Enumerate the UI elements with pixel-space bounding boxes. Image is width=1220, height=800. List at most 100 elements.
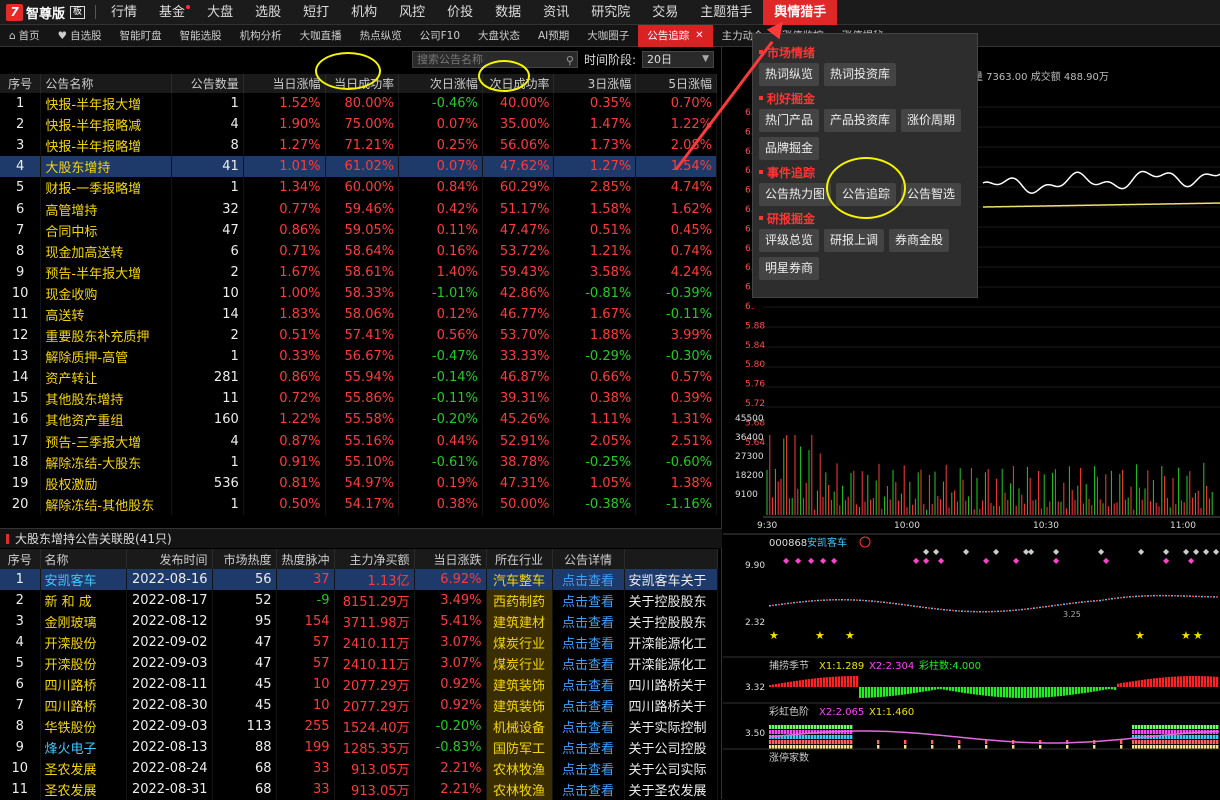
table-row[interactable]: 7 四川路桥 2022-08-30 45 10 2077.29万 0.92% 建筑装饰 点击查看…: [0, 695, 718, 716]
column-header[interactable]: 5日涨幅: [635, 74, 717, 93]
subnav-item-1[interactable]: ♥ 自选股: [49, 25, 111, 47]
subnav-item-0[interactable]: ⌂ 首页: [0, 25, 49, 47]
nav-tab-5[interactable]: 机构: [340, 0, 388, 25]
table-row[interactable]: 11 圣农发展 2022-08-31 68 33 913.05万 2.21% 农林牧渔 点击查看…: [0, 779, 718, 800]
column-header[interactable]: 市场热度: [212, 549, 277, 569]
column-header[interactable]: 当日涨幅: [243, 74, 326, 93]
nav-tab-9[interactable]: 资讯: [532, 0, 580, 25]
nav-tab-11[interactable]: 交易: [641, 0, 689, 25]
view-detail-link[interactable]: 点击查看: [552, 569, 625, 590]
nav-tab-10[interactable]: 研究院: [580, 0, 641, 25]
menu-button[interactable]: 热词投资库: [824, 63, 897, 86]
subnav-item-10[interactable]: 大咖圈子: [578, 25, 638, 47]
menu-button[interactable]: 明星券商: [759, 257, 820, 280]
subnav-item-8[interactable]: 大盘状态: [469, 25, 529, 47]
search-input[interactable]: 搜索公告名称 ⚲: [411, 51, 578, 68]
table-row[interactable]: 18 解除冻结-大股东 1 0.91% 55.10% -0.61% 38.78% -0.25%…: [0, 451, 717, 473]
table-row[interactable]: 6 高管增持 32 0.77% 59.46% 0.42% 51.17% 1.58% 1.62%: [0, 198, 717, 220]
table-row[interactable]: 13 解除质押-高管 1 0.33% 56.67% -0.47% 33.33% -0.29% -…: [0, 346, 717, 368]
table-row[interactable]: 10 圣农发展 2022-08-24 68 33 913.05万 2.21% 农林牧渔 点击查看…: [0, 758, 718, 779]
table-row[interactable]: 5 财报-一季报略增 1 1.34% 60.00% 0.84% 60.29% 2.85% 4.7…: [0, 177, 717, 199]
column-header[interactable]: 名称: [40, 549, 127, 569]
table-row[interactable]: 8 现金加高送转 6 0.71% 58.64% 0.16% 53.72% 1.21% 0.74%: [0, 240, 717, 262]
nav-tab-0[interactable]: 行情: [100, 0, 148, 25]
menu-button[interactable]: 热词纵览: [759, 63, 820, 86]
table-row[interactable]: 20 解除冻结-其他股东 1 0.50% 54.17% 0.38% 50.00% -0.38%…: [0, 493, 717, 515]
table-row[interactable]: 12 重要股东补充质押 2 0.51% 57.41% 0.56% 53.70% 1.88% 3.…: [0, 325, 717, 347]
menu-button[interactable]: 涨价周期: [901, 109, 962, 132]
column-header[interactable]: 3日涨幅: [553, 74, 637, 93]
table-row[interactable]: 5 开滦股份 2022-09-03 47 57 2410.11万 3.07% 煤炭行业 点击查看…: [0, 653, 718, 674]
view-detail-link[interactable]: 点击查看: [552, 590, 625, 611]
column-header[interactable]: 次日成功率: [482, 74, 555, 93]
nav-tab-4[interactable]: 短打: [292, 0, 340, 25]
column-header[interactable]: 公告名称: [40, 74, 173, 93]
table-row[interactable]: 3快报-半年报略增81.27%71.21%0.25%56.06%1.73%2.0…: [0, 135, 717, 157]
search-icon[interactable]: ⚲: [566, 53, 574, 68]
nav-tab-1[interactable]: 基金: [148, 0, 196, 25]
close-icon[interactable]: ✕: [695, 25, 703, 47]
nav-tab-6[interactable]: 风控: [388, 0, 436, 25]
column-header[interactable]: 当日涨跌: [414, 549, 487, 569]
menu-button[interactable]: 公告智选: [901, 183, 962, 206]
menu-button[interactable]: 热门产品: [759, 109, 820, 132]
app-logo[interactable]: 7 智尊版 板: [0, 0, 91, 25]
subnav-item-9[interactable]: AI预期: [529, 25, 578, 47]
subnav-item-5[interactable]: 大咖直播: [291, 25, 351, 47]
view-detail-link[interactable]: 点击查看: [552, 653, 625, 674]
column-header[interactable]: 次日涨幅: [398, 74, 483, 93]
table-row[interactable]: 2新 和 成 2022-08-17 52 -9 8151.29万 3.49% 西药制药 点击查…: [0, 590, 718, 611]
view-detail-link[interactable]: 点击查看: [552, 737, 625, 758]
table-row[interactable]: 1 安凯客车 2022-08-16 56 37 1.13亿 6.92% 汽车整车 点击查看 安凯客…: [0, 569, 718, 590]
table-row[interactable]: 6 四川路桥 2022-08-11 45 10 2077.29万 0.92% 建筑装饰 点击查看…: [0, 674, 718, 695]
menu-button[interactable]: 公告热力图: [759, 183, 832, 206]
subnav-item-6[interactable]: 热点纵览: [351, 25, 411, 47]
column-header[interactable]: 序号: [0, 74, 42, 93]
view-detail-link[interactable]: 点击查看: [552, 716, 625, 737]
table-row[interactable]: 10 现金收购 10 1.00% 58.33% -1.01% 42.86% -0.81% -0.…: [0, 282, 717, 304]
column-header[interactable]: [624, 549, 718, 569]
column-header[interactable]: 热度脉冲: [276, 549, 335, 569]
subnav-item-2[interactable]: 智能盯盘: [111, 25, 171, 47]
view-detail-link[interactable]: 点击查看: [552, 611, 625, 632]
table-row[interactable]: 9 烽火电子 2022-08-13 88 199 1285.35万 -0.83% 国防军工 点击…: [0, 737, 718, 758]
column-header[interactable]: 公告详情: [552, 549, 625, 569]
table-row[interactable]: 7 合同中标 47 0.86% 59.05% 0.11% 47.47% 0.51% 0.45%: [0, 219, 717, 241]
table-row[interactable]: 19 股权激励 536 0.81% 54.97% 0.19% 47.31% 1.05% 1.38…: [0, 472, 717, 494]
period-select[interactable]: 20日 ▼: [642, 51, 714, 68]
table-row[interactable]: 1 快报-半年报大增 1 1.52% 80.00% -0.46% 40.00% 0.35% 0.…: [0, 93, 717, 115]
view-detail-link[interactable]: 点击查看: [552, 695, 625, 716]
nav-tab-7[interactable]: 价投: [436, 0, 484, 25]
view-detail-link[interactable]: 点击查看: [552, 674, 625, 695]
column-header[interactable]: 当日成功率: [325, 74, 400, 93]
menu-button[interactable]: 品牌掘金: [759, 137, 820, 160]
nav-tab-8[interactable]: 数据: [484, 0, 532, 25]
table-row[interactable]: 9 预告-半年报大增 2 1.67% 58.61% 1.40% 59.43% 3.58% 4.2…: [0, 261, 717, 283]
table-row[interactable]: 4 大股东增持 41 1.01% 61.02% 0.07% 47.62% 1.27% 1.54%: [0, 156, 717, 178]
subnav-item-4[interactable]: 机构分析: [231, 25, 291, 47]
table-row[interactable]: 16 其他资产重组 160 1.22% 55.58% -0.20% 45.26% 1.11% 1…: [0, 409, 717, 431]
menu-button[interactable]: 研报上调: [824, 229, 885, 252]
subnav-item-7[interactable]: 公司F10: [411, 25, 469, 47]
column-header[interactable]: 序号: [0, 549, 41, 569]
menu-button[interactable]: 公告追踪: [836, 183, 897, 206]
table-row[interactable]: 14 资产转让 281 0.86% 55.94% -0.14% 46.87% 0.66% 0.5…: [0, 367, 717, 389]
subnav-item-3[interactable]: 智能选股: [171, 25, 231, 47]
menu-button[interactable]: 券商金股: [889, 229, 950, 252]
table-row[interactable]: 17 预告-三季报大增 4 0.87% 55.16% 0.44% 52.91% 2.05% 2.…: [0, 430, 717, 452]
menu-button[interactable]: 产品投资库: [824, 109, 897, 132]
table-row[interactable]: 3 金刚玻璃 2022-08-12 95 154 3711.98万 5.41% 建筑建材 点击查…: [0, 611, 718, 632]
table-row[interactable]: 2 快报-半年报略减 4 1.90% 75.00% 0.07% 35.00% 1.47% 1.2…: [0, 114, 717, 136]
subnav-item-11[interactable]: 公告追踪 ✕: [638, 24, 713, 47]
table-row[interactable]: 8 华铁股份 2022-09-03 113 255 1524.40万 -0.20% 机械设备点…: [0, 716, 718, 737]
table-row[interactable]: 15 其他股东增持 11 0.72% 55.86% -0.11% 39.31% 0.38% 0.…: [0, 388, 717, 410]
menu-button[interactable]: 评级总览: [759, 229, 820, 252]
nav-tab-2[interactable]: 大盘: [196, 0, 244, 25]
column-header[interactable]: 发布时间: [126, 549, 213, 569]
column-header[interactable]: 所在行业: [486, 549, 553, 569]
column-header[interactable]: 主力净买额: [334, 549, 415, 569]
nav-tab-12[interactable]: 主题猎手: [689, 0, 763, 25]
nav-tab-3[interactable]: 选股: [244, 0, 292, 25]
column-header[interactable]: 公告数量: [171, 74, 244, 93]
table-row[interactable]: 4 开滦股份 2022-09-02 47 57 2410.11万 3.07% 煤炭行业 点击查看…: [0, 632, 718, 653]
